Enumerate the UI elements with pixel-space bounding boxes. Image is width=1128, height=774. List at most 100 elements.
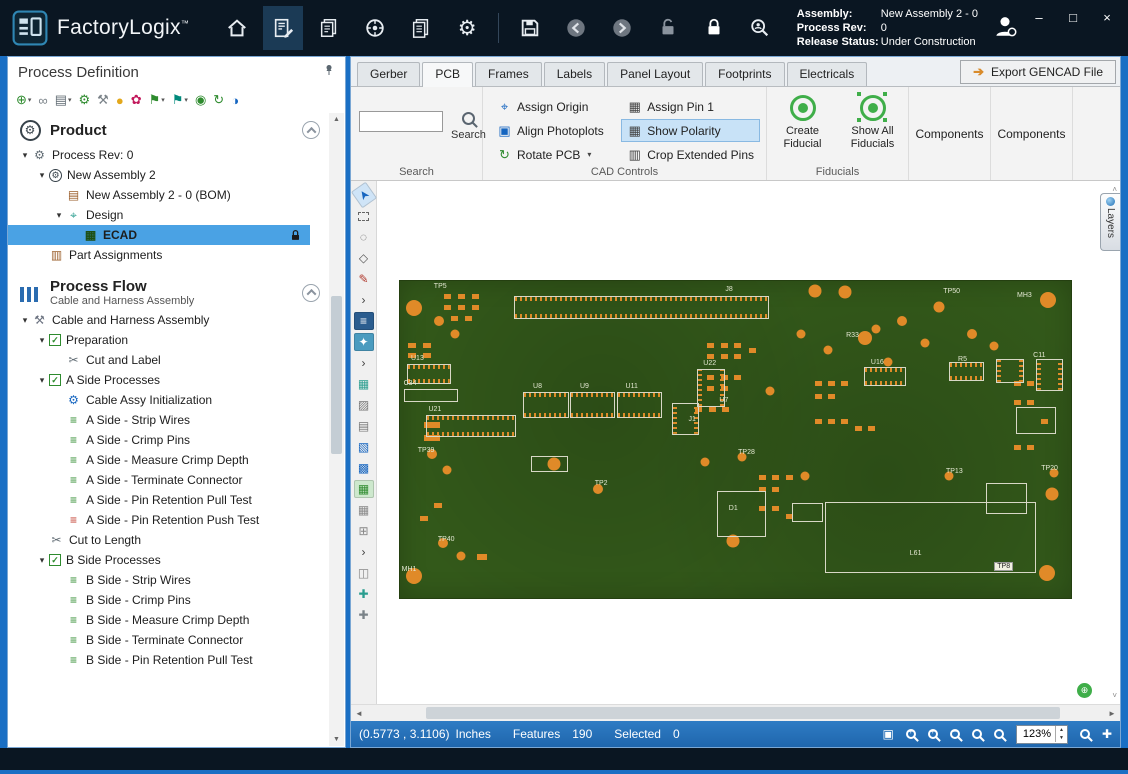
tree-item-a-side-terminate-connector[interactable]: ≡A Side - Terminate Connector (8, 470, 310, 490)
zoom-level-spinner[interactable]: 123%▲▼ (1016, 725, 1068, 744)
grid-view-tool[interactable]: ▦ (354, 501, 374, 519)
tree-item-a-side-measure-crimp-depth[interactable]: ≡A Side - Measure Crimp Depth (8, 450, 310, 470)
zoom-spinner-arrows[interactable]: ▲▼ (1055, 726, 1067, 742)
pan-mode-icon[interactable]: ✚ (1102, 727, 1112, 741)
hatch-view-tool[interactable]: ▨ (354, 396, 374, 414)
layers-flyout-tab[interactable]: Layers (1100, 193, 1120, 251)
tree-item-design[interactable]: ▾⌖Design (8, 205, 310, 225)
tree-item-b-side-crimp-pins[interactable]: ≡B Side - Crimp Pins (8, 590, 310, 610)
tree-item-b-side-strip-wires[interactable]: ≡B Side - Strip Wires (8, 570, 310, 590)
scrollbar-thumb[interactable] (331, 296, 342, 454)
tree-item-a-side-crimp-pins[interactable]: ≡A Side - Crimp Pins (8, 430, 310, 450)
tree-item-a-side-pin-retention-pull-test[interactable]: ≡A Side - Pin Retention Pull Test (8, 490, 310, 510)
home-icon[interactable] (217, 6, 257, 50)
export-gencad-button[interactable]: ➔ Export GENCAD File (960, 60, 1116, 84)
left-panel-scrollbar[interactable]: ▲ ▼ (329, 113, 344, 746)
tree-item-cable-and-harness-assembly[interactable]: ▾⚒Cable and Harness Assembly (8, 310, 310, 330)
tab-panel-layout[interactable]: Panel Layout (607, 62, 703, 86)
ribbon-search-input[interactable] (359, 111, 443, 132)
save-icon[interactable] (510, 6, 550, 50)
process-definition-icon[interactable] (263, 6, 303, 50)
tree-item-b-side-pin-retention-pull-test[interactable]: ≡B Side - Pin Retention Pull Test (8, 650, 310, 670)
polygon-select-tool[interactable]: ◇ (354, 249, 374, 267)
hscroll-thumb[interactable] (426, 707, 1060, 719)
tools-button[interactable]: ⚒ (94, 91, 112, 109)
net-view-tool[interactable]: ▦ (354, 375, 374, 393)
material-logistics-icon[interactable] (309, 6, 349, 50)
more-tools-2[interactable]: › (354, 354, 374, 372)
tab-gerber[interactable]: Gerber (357, 62, 420, 86)
select-tool[interactable]: ➤ (350, 182, 376, 209)
cad-button-show-polarity[interactable]: ▦Show Polarity (621, 119, 760, 142)
scroll-down-chevron[interactable]: ˅ (1112, 691, 1117, 700)
tree-item-a-side-processes[interactable]: ▾✓A Side Processes (8, 370, 310, 390)
layer-top-tool[interactable]: ▧ (354, 438, 374, 456)
minimize-button[interactable]: – (1032, 10, 1046, 25)
scroll-up-icon[interactable]: ▲ (333, 113, 340, 126)
spinner-up-icon[interactable]: ▲ (1056, 726, 1067, 734)
tree-expander-icon[interactable]: ▾ (52, 210, 66, 221)
tab-electricals[interactable]: Electricals (787, 62, 868, 86)
board-lock-icon[interactable]: ▣ (883, 727, 894, 741)
tree-item-a-side-strip-wires[interactable]: ≡A Side - Strip Wires (8, 410, 310, 430)
tree-expander-icon[interactable]: ▾ (35, 170, 49, 181)
rect-select-tool[interactable] (354, 207, 374, 225)
tree-item-b-side-processes[interactable]: ▾✓B Side Processes (8, 550, 310, 570)
tree-expander-icon[interactable]: ▾ (35, 555, 49, 566)
tree-item-new-assembly-2[interactable]: ▾⚙New Assembly 2 (8, 165, 310, 185)
cad-button-assign-pin-1[interactable]: ▦Assign Pin 1 (621, 95, 760, 118)
hold-button[interactable]: ◑ (228, 92, 242, 109)
tree-expander-icon[interactable]: ▾ (35, 335, 49, 346)
tab-frames[interactable]: Frames (475, 62, 542, 86)
scroll-left-icon[interactable]: ◄ (351, 709, 367, 718)
measure-tool[interactable]: ◫ (354, 564, 374, 582)
tree-expander-icon[interactable]: ▾ (18, 150, 32, 161)
spinner-down-icon[interactable]: ▼ (1056, 734, 1067, 742)
unlock-icon[interactable] (648, 6, 688, 50)
more-tools-1[interactable]: › (354, 291, 374, 309)
pin-icon[interactable] (323, 63, 335, 81)
zoom-in-icon[interactable]: + (928, 729, 938, 739)
hscroll-track[interactable] (367, 705, 1104, 721)
flag-button[interactable]: ⚑▾ (146, 91, 168, 109)
pcb-canvas[interactable]: TP5J8TP50MH3R33U13C34U21U8U9U11U22U7J1U1… (377, 181, 1120, 704)
grid-snap-tool[interactable]: ▦ (354, 480, 374, 498)
cad-button-align-photoplots[interactable]: ▣Align Photoplots (491, 119, 619, 142)
more-tools-3[interactable]: › (354, 543, 374, 561)
tab-labels[interactable]: Labels (544, 62, 605, 86)
tree-item-cut-and-label[interactable]: ✂Cut and Label (8, 350, 310, 370)
collapse-product-button[interactable] (302, 121, 320, 139)
tab-pcb[interactable]: PCB (422, 62, 473, 87)
tree-item-process-rev-0[interactable]: ▾⚙Process Rev: 0 (8, 145, 310, 165)
sync-button[interactable]: ↻ (210, 91, 227, 109)
tree-item-new-assembly-2-0-bom[interactable]: ▤New Assembly 2 - 0 (BOM) (8, 185, 310, 205)
pen-select-tool[interactable]: ✎ (354, 270, 374, 288)
process-config-button[interactable]: ⚙ (76, 91, 94, 109)
pan-tool[interactable]: ✚ (354, 585, 374, 603)
zoom-extents-button[interactable]: ⊕ (1077, 683, 1092, 698)
zoom-window-icon[interactable]: + (906, 729, 916, 739)
release-flag-button[interactable]: ⚑▾ (169, 91, 191, 109)
cad-button-assign-origin[interactable]: ⌖Assign Origin (491, 95, 619, 118)
ribbon-group-components-2[interactable]: Components (991, 87, 1073, 180)
back-icon[interactable] (556, 6, 596, 50)
scroll-up-chevron[interactable]: ˄ (1112, 185, 1117, 194)
tree-item-b-side-measure-crimp-depth[interactable]: ≡B Side - Measure Crimp Depth (8, 610, 310, 630)
link-button[interactable]: ∞ (35, 92, 50, 109)
plugins-button[interactable]: ✿ (128, 91, 145, 109)
tree-item-b-side-terminate-connector[interactable]: ≡B Side - Terminate Connector (8, 630, 310, 650)
tree-expander-icon[interactable]: ▾ (35, 375, 49, 386)
tree-expander-icon[interactable]: ▾ (18, 315, 32, 326)
lock-icon[interactable] (694, 6, 734, 50)
tree-item-preparation[interactable]: ▾✓Preparation (8, 330, 310, 350)
print-button[interactable]: ▤▾ (52, 91, 75, 109)
wire-view-tool[interactable]: ≡ (354, 312, 374, 330)
horizontal-scrollbar[interactable]: ◄ ► (351, 704, 1120, 721)
production-icon[interactable] (355, 6, 395, 50)
zoom-pan-tool[interactable]: ✚ (354, 606, 374, 624)
pcb-board[interactable]: TP5J8TP50MH3R33U13C34U21U8U9U11U22U7J1U1… (399, 280, 1071, 599)
highlight-button[interactable]: ● (113, 92, 127, 109)
cad-button-crop-extended-pins[interactable]: ▥Crop Extended Pins (621, 143, 760, 166)
zoom-extents-icon[interactable] (994, 729, 1004, 739)
scroll-right-icon[interactable]: ► (1104, 709, 1120, 718)
